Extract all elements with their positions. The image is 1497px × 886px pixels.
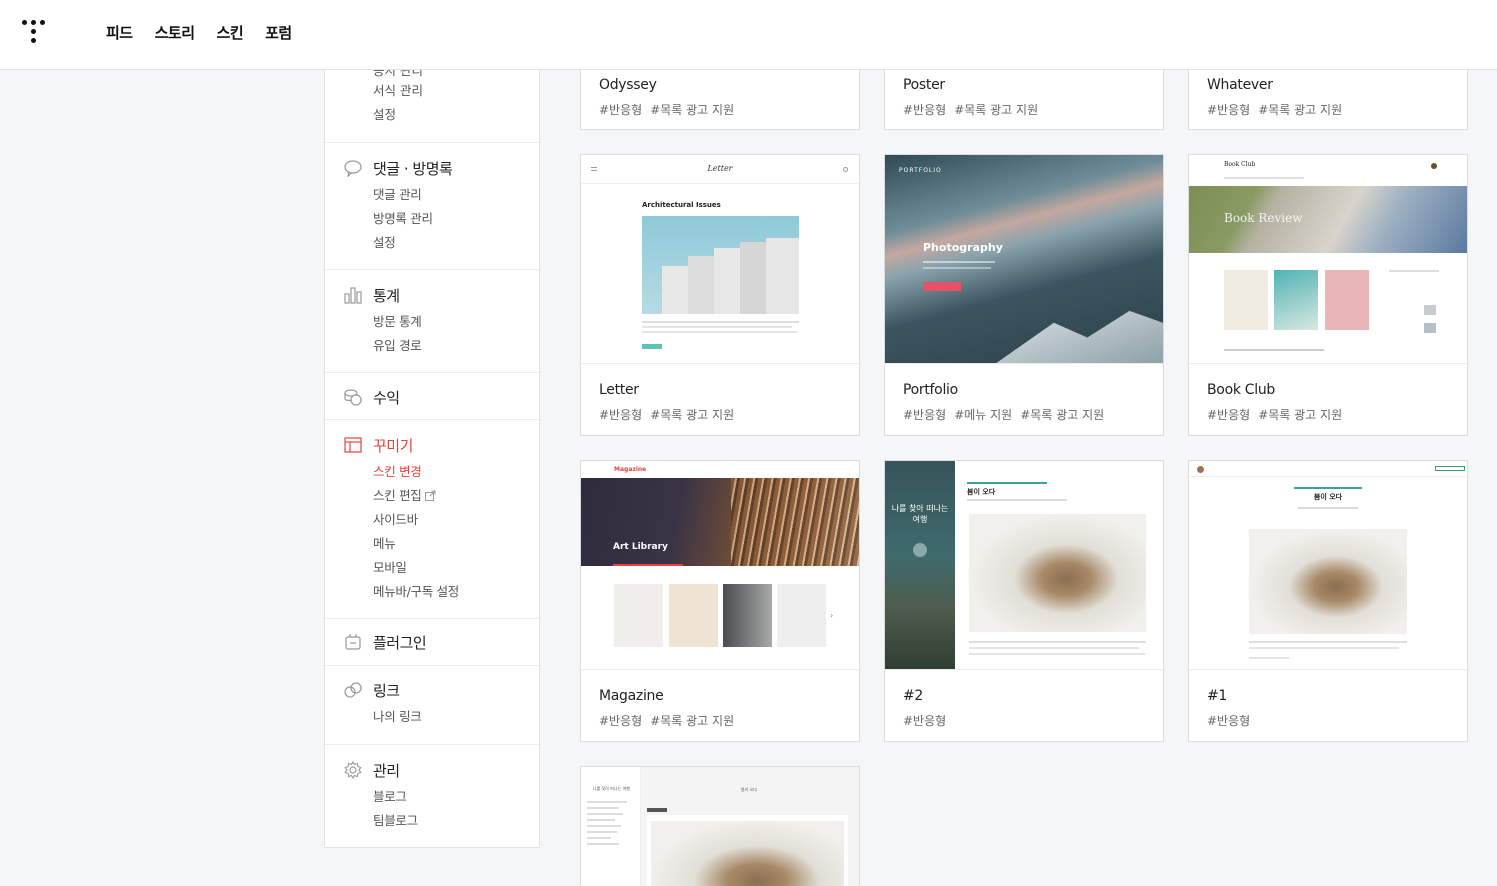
nav-story[interactable]: 스토리 bbox=[155, 22, 195, 43]
sidebar-head-comments[interactable]: 댓글 · 방명록 bbox=[325, 156, 539, 180]
cat-image bbox=[969, 514, 1146, 632]
skin-preview-magazine: Magazine Art Library › bbox=[581, 461, 859, 670]
nav-forum[interactable]: 포럼 bbox=[265, 22, 292, 43]
letter-more-button bbox=[642, 344, 662, 349]
skin-card-letter[interactable]: Letter Architectural Issues Letter #반응형 #… bbox=[580, 154, 860, 436]
library-banner-image: Art Library bbox=[581, 478, 859, 566]
skin-tags: #반응형 #목록 광고 지원 bbox=[599, 714, 735, 728]
travel-side-image: 나를 찾아 떠나는 여행 bbox=[885, 461, 955, 669]
admin-sidebar: 공지 관리 서식 관리 설정 댓글 · 방명록 댓글 관리 방명록 관리 설정 … bbox=[324, 70, 540, 848]
nav-feed[interactable]: 피드 bbox=[106, 22, 133, 43]
sidebar-head-revenue[interactable]: 수익 bbox=[325, 385, 539, 409]
skin-preview-2: 나를 찾아 떠나는 여행 봄이 오다 bbox=[885, 461, 1163, 670]
sidebar-section-revenue: 수익 bbox=[325, 373, 539, 420]
skin-name: Poster bbox=[903, 77, 945, 93]
gear-icon bbox=[344, 760, 362, 780]
skin-preview-1: 봄이 오다 bbox=[1189, 461, 1467, 670]
sidebar-item-skin-edit[interactable]: 스킨 편집 bbox=[373, 484, 539, 508]
sidebar-head-link[interactable]: 링크 bbox=[325, 678, 539, 702]
skin-name: Whatever bbox=[1207, 77, 1273, 93]
building-image bbox=[642, 216, 799, 314]
main-nav: 피드 스토리 스킨 포럼 bbox=[106, 22, 292, 43]
book-banner-image: Book Review bbox=[1189, 186, 1467, 253]
skin-name: #1 bbox=[1207, 688, 1228, 704]
sidebar-item-blog[interactable]: 블로그 bbox=[373, 785, 539, 809]
skin-tags: #반응형 bbox=[903, 714, 947, 728]
skin-tags: #반응형 #목록 광고 지원 bbox=[599, 408, 735, 422]
skin-name: #2 bbox=[903, 688, 924, 704]
skin-name: Magazine bbox=[599, 688, 664, 704]
chart-icon bbox=[344, 286, 362, 304]
nav-skin[interactable]: 스킨 bbox=[217, 22, 244, 43]
sidebar-item-menubar[interactable]: 메뉴바/구독 설정 bbox=[373, 580, 539, 604]
sidebar-item-content-settings[interactable]: 설정 bbox=[373, 104, 396, 123]
sidebar-section-link: 링크 나의 링크 bbox=[325, 666, 539, 745]
sidebar-section-content: 공지 관리 서식 관리 설정 bbox=[325, 70, 539, 143]
sidebar-item-notice[interactable]: 공지 관리 bbox=[373, 70, 423, 79]
sidebar-section-stats: 통계 방문 통계 유입 경로 bbox=[325, 270, 539, 373]
skin-tags: #반응형 bbox=[1207, 714, 1251, 728]
layout-icon bbox=[344, 436, 362, 454]
sidebar-item-skin-change[interactable]: 스킨 변경 bbox=[373, 460, 539, 484]
sidebar-head-stats[interactable]: 통계 bbox=[325, 283, 539, 307]
comment-icon bbox=[344, 159, 362, 178]
sidebar-item-template[interactable]: 서식 관리 bbox=[373, 80, 423, 99]
cat-image bbox=[1249, 529, 1407, 634]
sidebar-item-visit-stats[interactable]: 방문 통계 bbox=[373, 310, 539, 334]
skin-card-bookclub[interactable]: Book Club Book Review Book Club #반응형 #목록 … bbox=[1188, 154, 1468, 436]
sidebar-section-plugin: 플러그인 bbox=[325, 619, 539, 666]
skin-tags: #반응형 #목록 광고 지원 bbox=[1207, 408, 1343, 422]
sidebar-item-comments[interactable]: 댓글 관리 bbox=[373, 183, 539, 207]
skin-preview-portfolio: PORTFOLIO Photography bbox=[885, 155, 1163, 364]
sidebar-item-menu[interactable]: 메뉴 bbox=[373, 532, 539, 556]
sidebar-item-my-link[interactable]: 나의 링크 bbox=[373, 705, 539, 729]
skin-card-1[interactable]: 봄이 오다 #1 #반응형 bbox=[1188, 460, 1468, 742]
search-icon bbox=[843, 167, 848, 172]
skin-card-2[interactable]: 나를 찾아 떠나는 여행 봄이 오다 #2 #반응형 bbox=[884, 460, 1164, 742]
sidebar-item-sidebar[interactable]: 사이드바 bbox=[373, 508, 539, 532]
external-link-icon bbox=[425, 485, 436, 509]
skin-card-magazine[interactable]: Magazine Art Library › Magazine #반응형 #목록 … bbox=[580, 460, 860, 742]
top-bar: 피드 스토리 스킨 포럼 bbox=[0, 0, 1497, 70]
skin-tags: #반응형 #메뉴 지원 #목록 광고 지원 bbox=[903, 408, 1105, 422]
sidebar-head-manage[interactable]: 관리 bbox=[325, 758, 539, 782]
sidebar-item-referrer[interactable]: 유입 경로 bbox=[373, 334, 539, 358]
skin-tags: #반응형 #목록 광고 지원 bbox=[1207, 103, 1343, 117]
chevron-right-icon: › bbox=[830, 611, 834, 620]
sidebar-head-plugin[interactable]: 플러그인 bbox=[325, 630, 539, 654]
sidebar-item-comment-settings[interactable]: 설정 bbox=[373, 231, 539, 255]
skin-preview-0: 나를 찾아 떠나는 여행 봄이 오다 bbox=[581, 767, 859, 886]
sidebar-item-guestbook[interactable]: 방명록 관리 bbox=[373, 207, 539, 231]
sidebar-section-design: 꾸미기 스킨 변경 스킨 편집 사이드바 메뉴 모바일 메뉴바/구독 설정 bbox=[325, 420, 539, 619]
skin-tags: #반응형 #목록 광고 지원 bbox=[903, 103, 1039, 117]
sidebar-section-manage: 관리 블로그 팀블로그 bbox=[325, 745, 539, 847]
skin-preview-letter: Letter Architectural Issues bbox=[581, 155, 859, 364]
sidebar-item-teamblog[interactable]: 팀블로그 bbox=[373, 809, 539, 833]
coins-icon bbox=[344, 388, 362, 406]
skin-card-portfolio[interactable]: PORTFOLIO Photography Portfolio #반응형 #메뉴 … bbox=[884, 154, 1164, 436]
sidebar-head-design[interactable]: 꾸미기 bbox=[325, 433, 539, 457]
skin-name: Odyssey bbox=[599, 77, 657, 93]
sidebar-item-mobile[interactable]: 모바일 bbox=[373, 556, 539, 580]
tistory-logo-icon[interactable] bbox=[20, 18, 48, 46]
skin-preview-bookclub: Book Club Book Review bbox=[1189, 155, 1467, 364]
skin-name: Book Club bbox=[1207, 382, 1276, 398]
sidebar-section-comments: 댓글 · 방명록 댓글 관리 방명록 관리 설정 bbox=[325, 143, 539, 270]
portfolio-button bbox=[923, 282, 961, 291]
skin-tags: #반응형 #목록 광고 지원 bbox=[599, 103, 735, 117]
link-icon bbox=[344, 681, 362, 699]
skin-name: Letter bbox=[599, 382, 639, 398]
skin-name: Portfolio bbox=[903, 382, 958, 398]
plug-icon bbox=[344, 633, 362, 651]
skin-card-0[interactable]: 나를 찾아 떠나는 여행 봄이 오다 bbox=[580, 766, 860, 886]
